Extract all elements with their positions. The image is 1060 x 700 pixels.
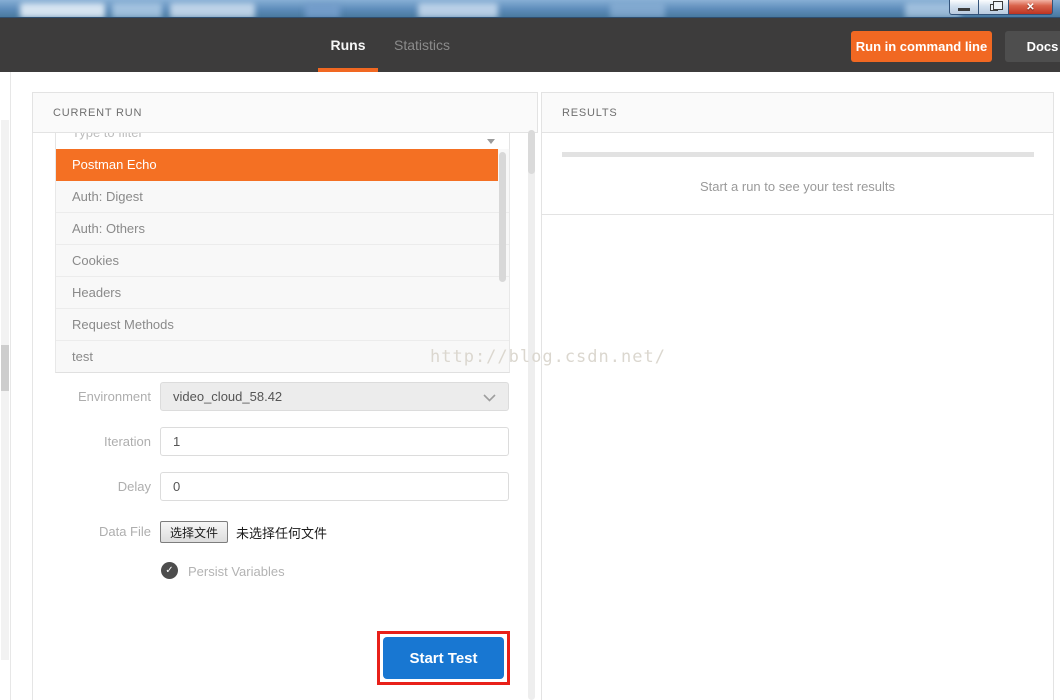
panel-scrollbar-track[interactable]: [528, 130, 535, 700]
environment-label: Environment: [32, 389, 151, 404]
current-run-panel-title: CURRENT RUN: [32, 92, 538, 133]
check-icon: ✓: [165, 565, 173, 576]
collection-item-label: Postman Echo: [72, 157, 157, 172]
collection-item-label: Auth: Others: [72, 221, 145, 236]
close-button[interactable]: ✕: [1009, 0, 1053, 15]
delay-input[interactable]: [160, 472, 509, 501]
results-section-divider: [542, 214, 1053, 215]
start-test-highlight-box: Start Test: [377, 631, 510, 685]
delay-label: Delay: [32, 479, 151, 494]
persist-variables-label: Persist Variables: [188, 564, 285, 579]
iteration-label: Iteration: [32, 434, 151, 449]
results-progress-bar: [562, 152, 1034, 157]
tab-statistics[interactable]: Statistics: [388, 18, 456, 72]
environment-value: video_cloud_58.42: [173, 389, 282, 404]
page-scrollbar-thumb[interactable]: [1, 345, 9, 391]
run-in-command-line-button[interactable]: Run in command line: [851, 31, 992, 62]
blurred-browser-tab: [20, 3, 105, 18]
collection-item-label: Auth: Digest: [72, 189, 143, 204]
minimize-button[interactable]: [949, 0, 979, 15]
blurred-browser-tab: [170, 3, 255, 18]
page-left-edge: [0, 72, 10, 700]
panel-scrollbar-thumb[interactable]: [528, 130, 535, 174]
tab-runs[interactable]: Runs: [318, 18, 378, 72]
csdn-watermark: http://blog.csdn.net/: [430, 347, 666, 367]
choose-file-button[interactable]: 选择文件: [160, 521, 228, 543]
data-file-label: Data File: [32, 524, 151, 539]
environment-select[interactable]: video_cloud_58.42: [160, 382, 509, 411]
app-header: Runs Statistics Run in command line Docs: [0, 18, 1060, 72]
collection-list-item[interactable]: Auth: Others: [56, 213, 509, 245]
docs-button[interactable]: Docs: [1005, 31, 1060, 62]
collection-list-item[interactable]: Headers: [56, 277, 509, 309]
data-file-row: 选择文件 未选择任何文件: [160, 521, 327, 543]
results-panel-border-right: [1053, 92, 1054, 700]
chevron-down-icon: [483, 394, 496, 402]
restore-button[interactable]: [979, 0, 1009, 15]
blurred-browser-tab: [418, 3, 498, 18]
collection-filter-placeholder: Type to filter: [56, 133, 509, 148]
blurred-browser-tab: [610, 3, 665, 18]
collection-list-item[interactable]: Cookies: [56, 245, 509, 277]
collection-item-label: Request Methods: [72, 317, 174, 332]
minimize-icon: [958, 8, 970, 11]
page-left-divider: [10, 72, 11, 700]
collection-item-label: Headers: [72, 285, 121, 300]
browser-titlebar: ✕: [0, 0, 1060, 18]
close-icon: ✕: [1026, 2, 1034, 13]
restore-icon: [990, 4, 998, 11]
iteration-input[interactable]: [160, 427, 509, 456]
start-test-button[interactable]: Start Test: [383, 637, 504, 679]
collection-item-label: test: [72, 349, 93, 364]
results-panel-title: RESULTS: [541, 92, 1054, 133]
blurred-browser-tab: [305, 3, 340, 18]
blurred-browser-tab: [112, 3, 162, 18]
persist-variables-checkbox[interactable]: ✓: [161, 562, 178, 579]
window-controls: ✕: [949, 0, 1053, 15]
collection-list-scrollbar-thumb[interactable]: [499, 152, 506, 282]
collection-list-item[interactable]: Request Methods: [56, 309, 509, 341]
results-empty-message: Start a run to see your test results: [542, 179, 1053, 194]
collection-list: Postman Echo Auth: Digest Auth: Others C…: [55, 149, 510, 373]
collection-item-label: Cookies: [72, 253, 119, 268]
collection-list-item[interactable]: Auth: Digest: [56, 181, 509, 213]
collection-list-item[interactable]: Postman Echo: [56, 149, 498, 181]
collection-filter-input[interactable]: Type to filter: [55, 133, 510, 149]
file-status-text: 未选择任何文件: [236, 523, 327, 542]
chevron-down-icon[interactable]: [487, 139, 495, 144]
